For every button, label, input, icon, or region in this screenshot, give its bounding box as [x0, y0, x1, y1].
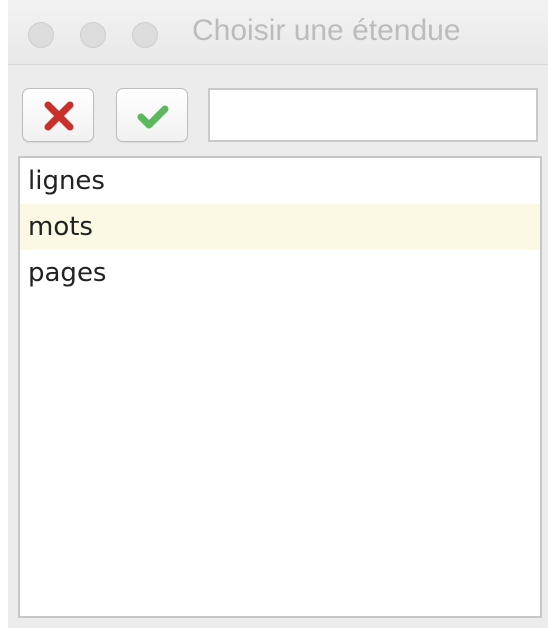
green-checkmark-icon: [137, 105, 169, 129]
confirm-button[interactable]: [116, 88, 188, 142]
list-item-mots[interactable]: mots: [20, 204, 540, 250]
zoom-window-button[interactable]: [132, 22, 158, 48]
red-x-icon: [44, 101, 74, 131]
cancel-button[interactable]: [22, 88, 94, 142]
list-item-pages[interactable]: pages: [20, 250, 540, 296]
close-window-button[interactable]: [28, 22, 54, 48]
filter-input[interactable]: [208, 88, 538, 142]
scope-list[interactable]: lignes mots pages: [18, 156, 542, 618]
title-bar: Choisir une étendue: [8, 0, 548, 65]
window-title: Choisir une étendue: [192, 14, 461, 47]
dialog-window: Choisir une étendue lignes mots pages: [8, 0, 548, 628]
minimize-window-button[interactable]: [80, 22, 106, 48]
list-item-lignes[interactable]: lignes: [20, 158, 540, 204]
